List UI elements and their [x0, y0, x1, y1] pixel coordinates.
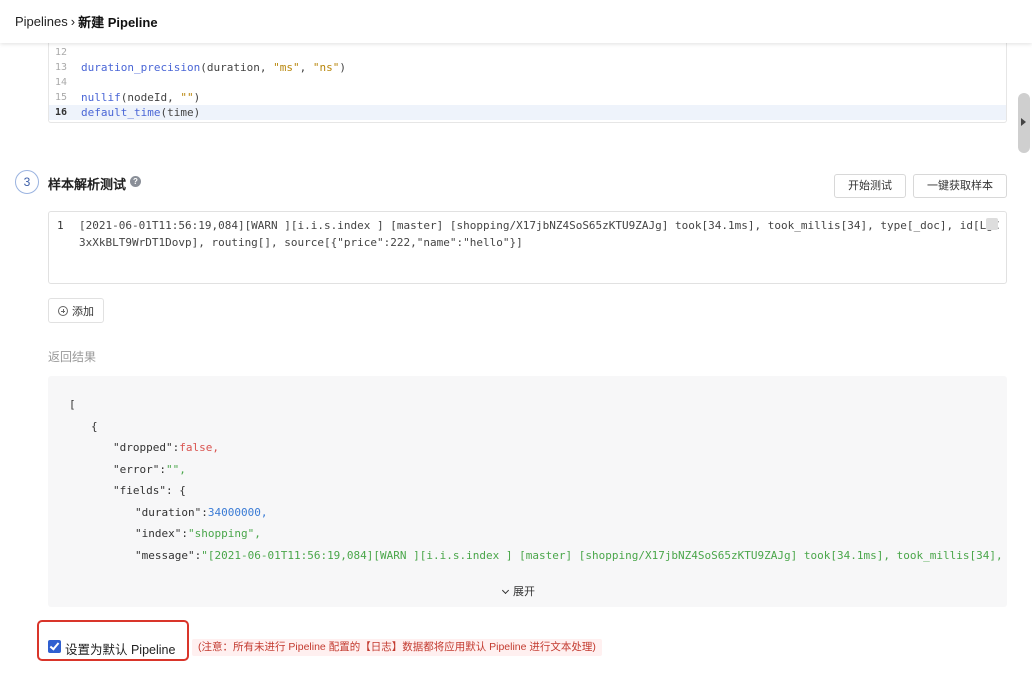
sample-text: [2021-06-01T11:56:19,084][WARN ][i.i.s.i… — [79, 219, 1000, 249]
breadcrumb-separator: › — [70, 14, 76, 29]
line-number: 14 — [55, 77, 68, 88]
line-number: 13 — [55, 62, 68, 73]
chevron-down-icon — [501, 586, 510, 595]
copy-icon[interactable] — [986, 218, 998, 230]
fetch-sample-button[interactable]: 一键获取样本 — [913, 174, 1007, 198]
section-title: 样本解析测试 — [48, 177, 127, 192]
code-function: default_time — [81, 106, 161, 119]
line-number: 16 — [55, 107, 68, 118]
breadcrumb-pipelines[interactable]: Pipelines — [15, 14, 68, 29]
code-function: nullif — [81, 91, 121, 104]
chevron-right-icon[interactable] — [1021, 118, 1026, 126]
code-line: 12 — [49, 45, 1006, 60]
start-test-button[interactable]: 开始测试 — [834, 174, 906, 198]
code-line: 14 — [49, 75, 1006, 90]
default-pipeline-note: (注意：所有未进行 Pipeline 配置的【日志】数据都将应用默认 Pipel… — [192, 639, 602, 656]
add-label: 添加 — [72, 305, 94, 318]
plus-circle-icon — [58, 305, 68, 316]
page-header: Pipelines › 新建 Pipeline — [0, 0, 1032, 43]
line-number: 12 — [55, 47, 68, 58]
default-pipeline-label[interactable]: 设置为默认 Pipeline — [65, 639, 175, 658]
question-circle-icon[interactable]: ? — [130, 176, 141, 187]
pipeline-script-editor[interactable]: 12 13 duration_precision(duration, "ms",… — [48, 43, 1007, 123]
line-number: 1 — [57, 219, 64, 232]
code-line: 13 duration_precision(duration, "ms", "n… — [55, 61, 346, 74]
breadcrumb-current: 新建 Pipeline — [78, 15, 158, 30]
line-number: 15 — [55, 92, 68, 103]
default-pipeline-checkbox[interactable] — [48, 640, 61, 653]
step-number-3: 3 — [15, 170, 39, 194]
expand-button[interactable]: 展开 — [501, 583, 535, 599]
result-panel: [ { "dropped":false, "error":"", "fields… — [48, 376, 1007, 607]
code-line: 15 nullif(nodeId, "") — [55, 91, 201, 104]
add-sample-button[interactable]: 添加 — [48, 298, 104, 323]
result-label: 返回结果 — [48, 350, 97, 364]
sample-input[interactable]: 1 [2021-06-01T11:56:19,084][WARN ][i.i.s… — [48, 211, 1007, 284]
code-function: duration_precision — [81, 61, 201, 74]
code-line-active: 16 default_time(time) — [49, 105, 1006, 120]
